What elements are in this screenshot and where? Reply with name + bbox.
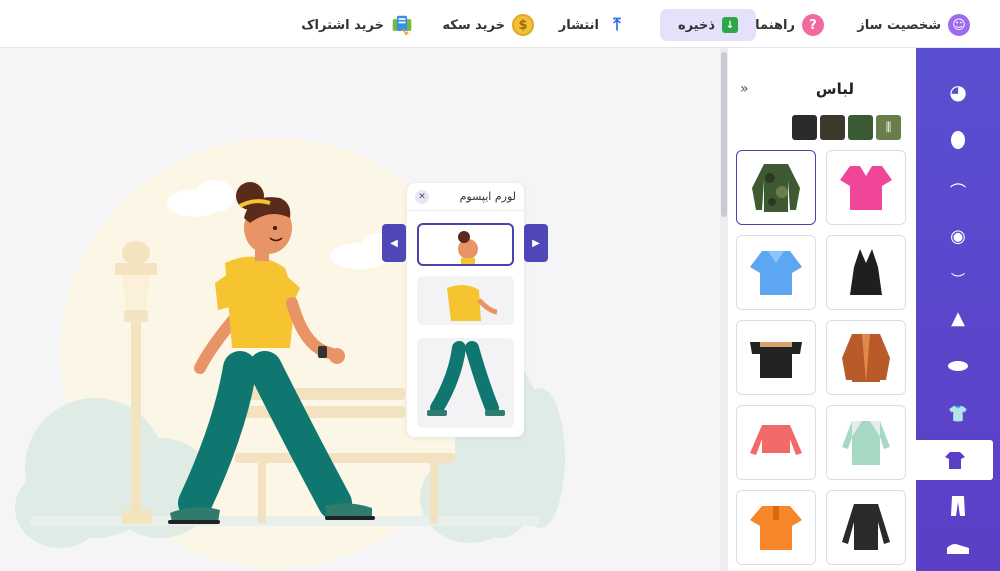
- category-face-shape[interactable]: [916, 120, 1000, 160]
- category-shirt[interactable]: [916, 440, 993, 480]
- nose-icon: ▲: [951, 307, 965, 329]
- category-head[interactable]: ◕: [916, 72, 1000, 112]
- category-sidebar: ◕ ⌒ ◉ ︶ ▲ 👕: [916, 48, 1000, 571]
- shirt-icon: [944, 452, 965, 469]
- cardigan-icon: [842, 333, 890, 382]
- face-shape-icon: [951, 131, 965, 149]
- question-icon: ?: [802, 14, 824, 36]
- category-hair[interactable]: ⌒: [916, 170, 1000, 210]
- clothing-item-off-shoulder[interactable]: [736, 320, 816, 395]
- head-icon: ◕: [949, 80, 967, 104]
- help-button[interactable]: ? راهنما: [743, 9, 836, 41]
- color-swatch[interactable]: [792, 115, 817, 140]
- next-arrow-button[interactable]: ▶: [524, 224, 548, 262]
- character-builder-link[interactable]: ☺ شخصیت ساز: [845, 9, 982, 41]
- category-pants[interactable]: [916, 486, 1000, 526]
- publish-button[interactable]: ⤒ انتشار: [547, 9, 640, 41]
- clothing-grid: [736, 150, 906, 565]
- category-lips[interactable]: [916, 346, 1000, 386]
- buy-subscription-button[interactable]: خرید اشتراک: [289, 9, 425, 41]
- color-swatches: ⫼: [792, 115, 901, 140]
- builder-label: شخصیت ساز: [857, 17, 941, 33]
- torso-thumbnail: [447, 284, 498, 321]
- category-shoes[interactable]: [916, 528, 1000, 568]
- sliders-icon: ⫼: [885, 120, 892, 134]
- color-swatch[interactable]: [820, 115, 845, 140]
- subscription-card-icon: [391, 14, 413, 36]
- camo-shirt-icon: [752, 163, 800, 212]
- color-adjust-button[interactable]: ⫼: [876, 115, 901, 140]
- clothing-item-orange-polo[interactable]: [736, 490, 816, 565]
- top-bar: ☺ شخصیت ساز ? راهنما ↓ ذخیره ⤒ انتشار $ …: [0, 0, 1000, 48]
- head-part-option[interactable]: [417, 223, 514, 266]
- torso-part-option[interactable]: [417, 276, 514, 325]
- help-label: راهنما: [755, 17, 795, 33]
- eyebrow-icon: ︶: [951, 273, 965, 289]
- clothing-item-black-halter[interactable]: [826, 235, 906, 310]
- clothing-item-pink-top[interactable]: [826, 150, 906, 225]
- category-eyes[interactable]: ◉: [916, 216, 1000, 256]
- body-part-selector-popup: ✕ لورم ایپسوم: [407, 183, 524, 437]
- coins-label: خرید سکه: [442, 17, 505, 33]
- long-sleeve-icon: [842, 503, 890, 550]
- subscription-label: خرید اشتراک: [301, 17, 384, 33]
- raglan-shirt-icon: [842, 420, 890, 465]
- pink-top-icon: [840, 165, 892, 210]
- head-thumbnail: [458, 231, 478, 264]
- category-nose[interactable]: ▲: [916, 298, 1000, 338]
- character-canvas[interactable]: ✕ لورم ایپسوم ◀ ▶: [0, 48, 720, 571]
- download-icon: ↓: [722, 17, 739, 33]
- clothing-item-coral-crop[interactable]: [736, 405, 816, 480]
- eye-icon: ◉: [950, 225, 966, 247]
- clothing-item-black-long-sleeve[interactable]: [826, 490, 906, 565]
- color-swatch[interactable]: [848, 115, 873, 140]
- double-chevron-right-icon[interactable]: »: [740, 81, 749, 97]
- hair-icon: ⌒: [949, 182, 966, 201]
- pants-icon: [951, 496, 965, 516]
- clothing-item-blue-top[interactable]: [736, 235, 816, 310]
- legs-part-option[interactable]: [417, 338, 514, 428]
- upload-icon: ⤒: [613, 15, 621, 35]
- clothing-item-camo-shirt[interactable]: [736, 150, 816, 225]
- lips-icon: [948, 361, 968, 371]
- publish-label: انتشار: [558, 17, 599, 33]
- clothing-item-cardigan[interactable]: [826, 320, 906, 395]
- popup-header: ✕ لورم ایپسوم: [407, 183, 524, 211]
- popup-title: لورم ایپسوم: [459, 190, 516, 203]
- crop-top-icon: [750, 424, 802, 455]
- off-shoulder-icon: [750, 341, 802, 378]
- smiley-icon: ☺: [948, 14, 970, 36]
- buy-coins-button[interactable]: $ خرید سکه: [430, 9, 546, 41]
- halter-top-icon: [850, 248, 882, 295]
- legs-thumbnail: [427, 341, 505, 416]
- coin-icon: $: [512, 14, 534, 36]
- outfit-icon: 👕: [948, 403, 968, 423]
- scene-illustration: [15, 138, 565, 568]
- panel-title: لباس: [815, 80, 854, 98]
- close-icon[interactable]: ✕: [415, 189, 429, 204]
- clothing-item-mint-raglan[interactable]: [826, 405, 906, 480]
- blue-top-icon: [750, 250, 802, 295]
- clothing-panel: » لباس ⫼: [728, 48, 916, 571]
- scrollbar-thumb[interactable]: [721, 52, 727, 217]
- shoe-icon: [947, 544, 969, 554]
- polo-shirt-icon: [750, 505, 802, 550]
- category-eyebrows[interactable]: ︶: [916, 260, 1000, 300]
- save-button[interactable]: ↓ ذخیره: [660, 9, 756, 41]
- category-outfit[interactable]: 👕: [916, 393, 1000, 433]
- prev-arrow-button[interactable]: ◀: [382, 224, 406, 262]
- save-label: ذخیره: [677, 17, 716, 33]
